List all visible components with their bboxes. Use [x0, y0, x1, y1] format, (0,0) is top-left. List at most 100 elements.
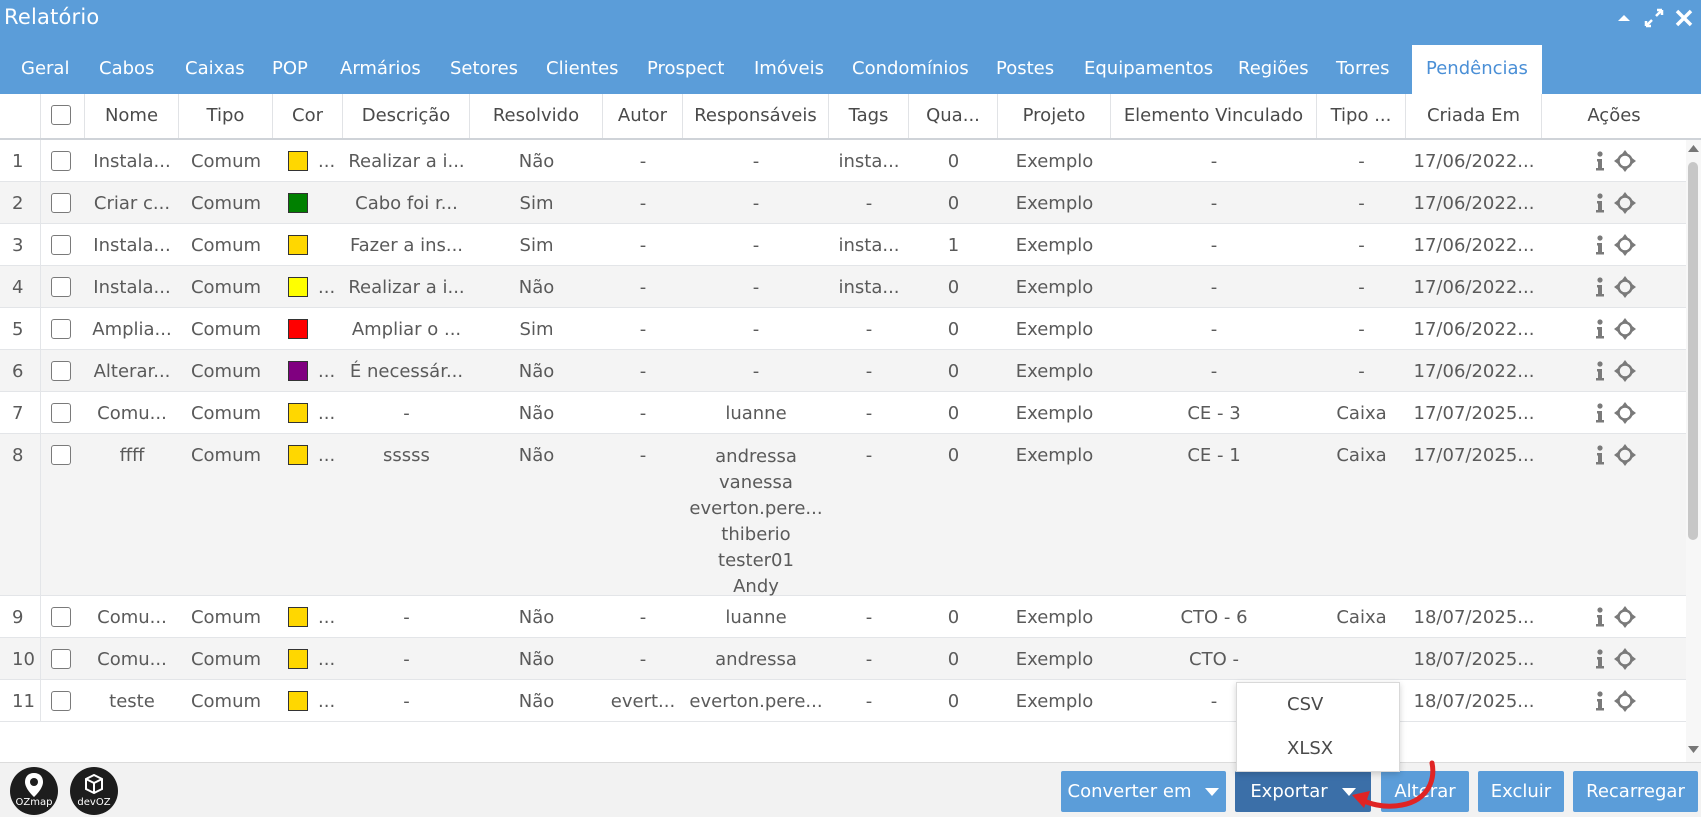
col-descricao[interactable]: Descrição	[343, 94, 470, 138]
tab-geral[interactable]: Geral	[21, 44, 69, 94]
scroll-up-icon[interactable]	[1688, 144, 1699, 153]
tab-clientes[interactable]: Clientes	[546, 44, 619, 94]
locate-icon[interactable]	[1613, 233, 1637, 257]
col-tipo[interactable]: Tipo	[179, 94, 273, 138]
locate-icon[interactable]	[1613, 317, 1637, 341]
locate-icon[interactable]	[1613, 191, 1637, 215]
cell-criada-em: 17/06/2022...	[1413, 193, 1535, 214]
tab-armarios[interactable]: Armários	[340, 44, 421, 94]
ozmap-logo[interactable]: OZmap	[10, 767, 58, 815]
col-criada-em[interactable]: Criada Em	[1406, 94, 1542, 138]
locate-icon[interactable]	[1613, 443, 1637, 467]
row-checkbox[interactable]	[51, 319, 71, 339]
recarregar-button[interactable]: Recarregar	[1573, 771, 1698, 812]
row-checkbox[interactable]	[51, 277, 71, 297]
table-row[interactable]: 4 Instala... Comum Realizar a i... Não - insta…	[0, 266, 1686, 308]
maximize-icon[interactable]	[1642, 6, 1666, 30]
vertical-scrollbar[interactable]	[1686, 140, 1701, 762]
table-row[interactable]: 7 Comu... Comum - Não - - 0 Exemplo CE - 3 Caixa 17…	[0, 392, 1686, 434]
cell-responsaveis: andressa vanessa everton.pere... thiberio te…	[683, 434, 829, 600]
cell-nome: teste	[109, 691, 155, 712]
locate-icon[interactable]	[1613, 605, 1637, 629]
col-resolvido[interactable]: Resolvido	[470, 94, 603, 138]
cell-quantidade: 0	[947, 193, 960, 214]
tab-equipamentos[interactable]: Equipamentos	[1084, 44, 1213, 94]
info-icon[interactable]	[1595, 403, 1605, 423]
cell-tipo: Comum	[190, 319, 262, 340]
close-icon[interactable]	[1672, 6, 1696, 30]
table-row[interactable]: 5 Amplia... Comum Ampliar o ... Sim - - 0 Exempl…	[0, 308, 1686, 350]
row-checkbox[interactable]	[51, 193, 71, 213]
tab-torres[interactable]: Torres	[1336, 44, 1390, 94]
table-row[interactable]: 1 Instala... Comum Realizar a i... Não - insta…	[0, 140, 1686, 182]
table-row[interactable]: 6 Alterar... Comum É necessár... Não - - 0 Exemp…	[0, 350, 1686, 392]
col-tipo-elemento[interactable]: Tipo ...	[1317, 94, 1406, 138]
row-checkbox[interactable]	[51, 361, 71, 381]
locate-icon[interactable]	[1613, 275, 1637, 299]
col-nome[interactable]: Nome	[85, 94, 179, 138]
tab-imoveis[interactable]: Imóveis	[754, 44, 824, 94]
cell-resolvido: Não	[518, 445, 555, 466]
row-checkbox[interactable]	[51, 649, 71, 669]
info-icon[interactable]	[1595, 277, 1605, 297]
col-responsaveis[interactable]: Responsáveis	[683, 94, 829, 138]
row-checkbox[interactable]	[51, 607, 71, 627]
cell-criada-em: 17/06/2022...	[1413, 277, 1535, 298]
locate-icon[interactable]	[1613, 401, 1637, 425]
col-tags[interactable]: Tags	[829, 94, 909, 138]
tab-setores[interactable]: Setores	[450, 44, 518, 94]
row-checkbox[interactable]	[51, 691, 71, 711]
tab-regioes[interactable]: Regiões	[1238, 44, 1309, 94]
tab-postes[interactable]: Postes	[996, 44, 1054, 94]
locate-icon[interactable]	[1613, 359, 1637, 383]
excluir-button[interactable]: Excluir	[1478, 771, 1564, 812]
info-icon[interactable]	[1595, 607, 1605, 627]
row-checkbox[interactable]	[51, 403, 71, 423]
cell-elemento-vinculado: -	[1210, 319, 1218, 340]
col-projeto[interactable]: Projeto	[998, 94, 1111, 138]
locate-icon[interactable]	[1613, 149, 1637, 173]
export-option-csv[interactable]: CSV	[1237, 683, 1399, 727]
table-row[interactable]: 8 ffff Comum sssss Não - - 0 Exemplo CE - 1 Caixa 1…	[0, 434, 1686, 597]
scroll-down-icon[interactable]	[1688, 745, 1699, 754]
col-autor[interactable]: Autor	[603, 94, 683, 138]
tab-prospect[interactable]: Prospect	[647, 44, 724, 94]
tab-pop[interactable]: POP	[272, 44, 308, 94]
tab-cabos[interactable]: Cabos	[99, 44, 154, 94]
col-elemento-vinculado[interactable]: Elemento Vinculado	[1111, 94, 1317, 138]
info-icon[interactable]	[1595, 319, 1605, 339]
responsavel-name: -	[752, 235, 760, 256]
devoz-logo[interactable]: devOZ	[70, 767, 118, 815]
converter-em-button[interactable]: Converter em	[1061, 771, 1226, 812]
locate-icon[interactable]	[1613, 689, 1637, 713]
table-row[interactable]: 9 Comu... Comum - Não - - 0 Exemplo CTO - 6 Caixa 1…	[0, 596, 1686, 638]
color-overflow-text: ...	[318, 151, 336, 172]
info-icon[interactable]	[1595, 445, 1605, 465]
table-row[interactable]: 11 teste Comum - Não evert... -0 Exemplo -18/07/…	[0, 680, 1686, 722]
locate-icon[interactable]	[1613, 647, 1637, 671]
info-icon[interactable]	[1595, 193, 1605, 213]
color-swatch	[288, 649, 308, 669]
table-row[interactable]: 3 Instala... Comum Fazer a ins... Sim - insta.…	[0, 224, 1686, 266]
row-checkbox[interactable]	[51, 151, 71, 171]
tab-bar: Geral Cabos Caixas POP Armários Setores …	[0, 44, 1701, 94]
info-icon[interactable]	[1595, 235, 1605, 255]
info-icon[interactable]	[1595, 691, 1605, 711]
row-checkbox[interactable]	[51, 235, 71, 255]
cell-autor: evert...	[610, 691, 676, 712]
col-cor[interactable]: Cor	[273, 94, 343, 138]
col-quantidade[interactable]: Qua...	[909, 94, 998, 138]
info-icon[interactable]	[1595, 361, 1605, 381]
info-icon[interactable]	[1595, 151, 1605, 171]
scrollbar-thumb[interactable]	[1688, 162, 1698, 540]
table-row[interactable]: 10 Comu... Comum - Não - - 0 Exemplo CTO - 18/07/2…	[0, 638, 1686, 680]
row-checkbox[interactable]	[51, 445, 71, 465]
info-icon[interactable]	[1595, 649, 1605, 669]
tab-condominios[interactable]: Condomínios	[852, 44, 969, 94]
tab-caixas[interactable]: Caixas	[185, 44, 245, 94]
table-row[interactable]: 2 Criar c... Comum Cabo foi r... Sim - - 0 Exemp…	[0, 182, 1686, 224]
collapse-icon[interactable]	[1612, 6, 1636, 30]
cell-resolvido: Não	[518, 151, 555, 172]
select-all-checkbox[interactable]	[51, 105, 71, 125]
tab-pendencias[interactable]: Pendências	[1412, 45, 1542, 94]
